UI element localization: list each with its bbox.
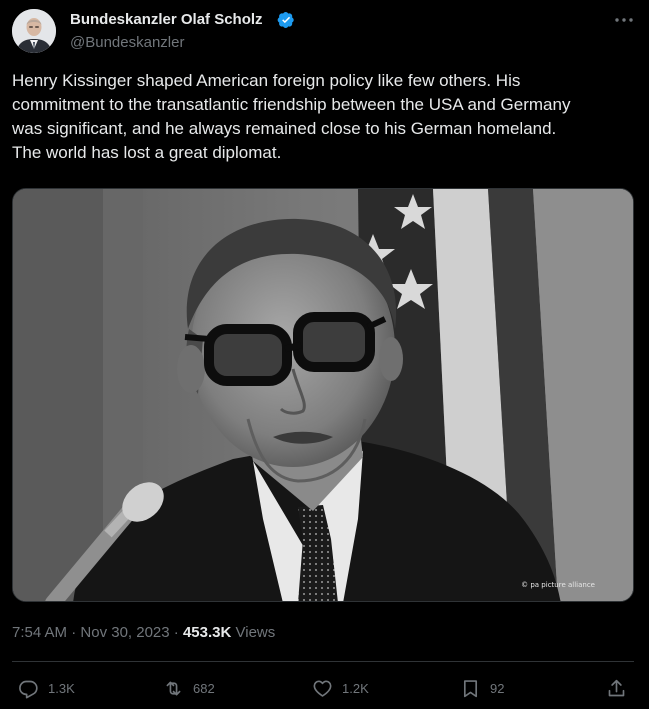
like-button[interactable]: 1.2K (312, 676, 369, 700)
meta-separator-2: · (169, 624, 183, 641)
repost-button[interactable]: 682 (163, 676, 215, 700)
share-icon (608, 679, 625, 696)
share-button[interactable] (606, 676, 627, 700)
avatar-image (12, 9, 56, 53)
tweet-meta: 7:54 AM · Nov 30, 2023 · 453.3K Views (12, 624, 275, 641)
reply-count: 1.3K (48, 680, 75, 696)
more-icon[interactable] (612, 8, 636, 32)
bookmark-button[interactable]: 92 (460, 676, 504, 700)
photo-credit: © pa picture alliance (521, 581, 595, 589)
avatar[interactable] (12, 9, 56, 53)
meta-separator: · (67, 624, 81, 641)
tweet-date[interactable]: Nov 30, 2023 (80, 624, 169, 641)
repost-count: 682 (193, 680, 215, 696)
tweet-time[interactable]: 7:54 AM (12, 624, 67, 641)
bookmark-count: 92 (490, 680, 505, 696)
handle[interactable]: @Bundeskanzler (70, 34, 184, 51)
views-label: Views (235, 624, 276, 641)
views-count: 453.3K (182, 624, 232, 641)
tweet: Bundeskanzler Olaf Scholz @Bundeskanzler… (0, 0, 649, 709)
photo-illustration (13, 189, 633, 601)
reply-icon (19, 680, 38, 698)
like-count: 1.2K (342, 680, 369, 696)
tweet-photo[interactable]: © pa picture alliance (12, 188, 634, 602)
display-name[interactable]: Bundeskanzler Olaf Scholz (70, 11, 263, 28)
verified-icon (277, 11, 294, 29)
tweet-text: Henry Kissinger shaped American foreign … (12, 71, 571, 162)
divider (12, 661, 634, 662)
like-icon (313, 679, 332, 697)
bookmark-icon (463, 679, 478, 697)
reply-button[interactable]: 1.3K (18, 676, 75, 700)
retweet-icon (166, 681, 181, 695)
